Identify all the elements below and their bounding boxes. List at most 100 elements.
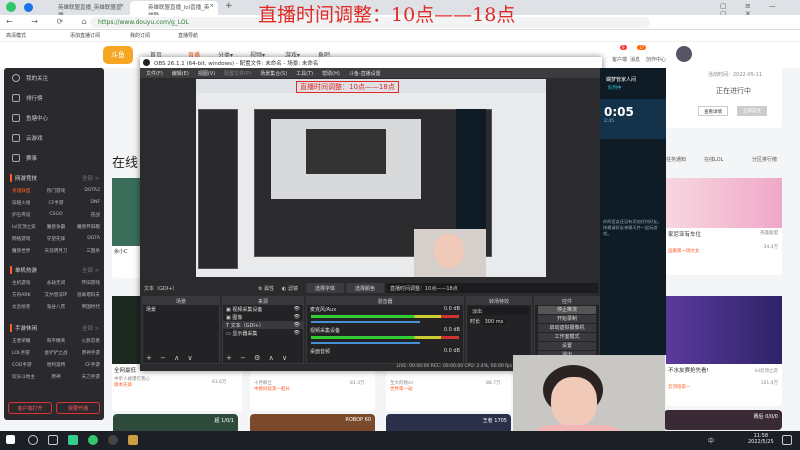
sidebar-item-esports[interactable]: 赛事 [12, 154, 37, 162]
sidebar-game-link[interactable]: 穿越火线 [12, 200, 41, 206]
tab-1[interactable]: 英雄联盟直播_英雄联盟直播× [40, 1, 128, 19]
obs-taskbar-icon[interactable] [108, 435, 118, 445]
edge-icon[interactable] [24, 3, 33, 12]
view-details-button[interactable]: 查看详情 [698, 106, 728, 116]
select-color-button[interactable]: 选择颜色 [346, 283, 384, 293]
nav-buttons[interactable]: ← → ⟳ ⌂ [6, 17, 95, 26]
windows-start-icon[interactable] [6, 435, 15, 444]
stream-card[interactable]: 不水友赛抢先看! lol云顶之弈 101.4万 云顶陪第一 [666, 296, 782, 406]
new-tab-button[interactable]: + [225, 1, 233, 11]
sidebar-game-link[interactable]: 和平精英 [41, 338, 70, 344]
sidebar-game-link[interactable]: 太吾绘卷 [12, 304, 41, 310]
bookmark-item[interactable]: 我的订阅 [130, 32, 150, 39]
sidebar-game-link[interactable]: 炉石传说 [12, 212, 41, 218]
sidebar-game-link[interactable]: 守望先锋 [41, 236, 70, 242]
more-link[interactable]: 全部 > [82, 266, 99, 274]
sidebar-game-link[interactable]: 逃离塔科夫 [71, 292, 100, 298]
sidebar-game-link[interactable]: 怀旧游戏 [71, 280, 100, 286]
sidebar-game-link[interactable]: 永劫无间 [41, 280, 70, 286]
bookmark-item[interactable]: 添加直播订阅 [70, 32, 100, 39]
sidebar-item-pond[interactable]: 鱼塘中心 [12, 114, 48, 122]
duration-input[interactable]: 300 ms [481, 319, 507, 325]
sidebar-game-link[interactable]: DOTA [71, 236, 100, 242]
volume-slider[interactable] [311, 321, 421, 323]
menu-view[interactable]: 视图(V) [198, 70, 215, 77]
sidebar-game-link[interactable]: 天刀手游 [71, 374, 100, 380]
sidebar-game-link[interactable]: 热门游戏 [41, 188, 70, 194]
link-ranking[interactable]: 分区排行榜 [752, 156, 777, 163]
clock[interactable]: 11:58 2022/5/25 [748, 433, 774, 445]
menu-profile[interactable]: 配置文件(P) [224, 70, 251, 77]
stop-streaming-button[interactable]: 停止推流 [538, 306, 596, 314]
source-item[interactable]: T 文本（GDI+） 👁 [223, 321, 303, 329]
settings-button[interactable]: 设置 [538, 342, 596, 350]
source-item[interactable]: ▣ 视频采集设备 👁 [223, 305, 303, 313]
link-task-notice[interactable]: 任务通知 [666, 156, 686, 163]
sidebar-game-link[interactable]: 魔兽世界 [12, 248, 41, 254]
sidebar-game-link[interactable]: 原神手游 [71, 350, 100, 356]
sidebar-item-follow[interactable]: 我的关注 [12, 74, 48, 82]
search-icon[interactable] [28, 435, 38, 445]
stream-card[interactable]: 余小C [112, 178, 142, 278]
bookmark-item[interactable]: 直播导航 [178, 32, 198, 39]
sidebar-game-link[interactable]: 天涯明月刀 [41, 248, 70, 254]
preview-text-source[interactable]: 直播时间调整：10点——18点 [296, 81, 399, 93]
bookmark-item[interactable]: 高清模式 [6, 32, 26, 39]
menu-file[interactable]: 文件(F) [146, 70, 163, 77]
ime-indicator[interactable]: 中 [708, 436, 714, 445]
stream-card[interactable]: 至大的杨sir 世界第一劫 88.7万 [386, 368, 511, 411]
avatar[interactable] [676, 46, 692, 62]
volume-slider[interactable] [311, 342, 421, 344]
sidebar-game-link[interactable]: COD手游 [12, 362, 41, 368]
scene-item[interactable]: 场景 [143, 305, 219, 313]
sidebar-game-link[interactable]: 方舟ARK [12, 292, 41, 298]
browser-taskbar-icon[interactable] [68, 435, 78, 445]
more-link[interactable]: 全部 > [82, 324, 99, 332]
studio-mode-button[interactable]: 工作室模式 [538, 333, 596, 341]
sidebar-game-link[interactable]: 原神 [41, 374, 70, 380]
text-value-input[interactable]: 直播时间调整：10点——18点 [386, 283, 598, 293]
lol-taskbar-icon[interactable] [128, 435, 138, 445]
douyu-logo[interactable]: 斗鱼 [103, 46, 133, 64]
link-lol[interactable]: 在线LOL [704, 156, 723, 163]
stream-card[interactable]: 家尼亚有车位 英雄联盟 34.4万 国服第一瑞文女 [666, 178, 782, 275]
tab-2[interactable]: 英雄联盟直播_lol直播_英雄联× [130, 1, 218, 19]
sidebar-game-link[interactable]: 英雄联盟 [12, 188, 41, 194]
sidebar-game-link[interactable]: CF手游 [41, 200, 70, 206]
close-icon[interactable]: × [209, 3, 214, 9]
sidebar-game-link[interactable]: 魔兽怀旧服 [71, 224, 100, 230]
app-taskbar-icon[interactable] [88, 435, 98, 445]
close-icon[interactable]: × [119, 3, 124, 9]
scene-controls[interactable]: + − ∧ ∨ [146, 354, 196, 362]
sidebar-game-link[interactable]: LOL手游 [12, 350, 41, 356]
task-view-icon[interactable] [48, 435, 58, 445]
menu-scene-collection[interactable]: 场景集合(S) [260, 70, 287, 77]
go-now-button[interactable]: 立即前往 [737, 106, 767, 116]
menu-douyu-settings[interactable]: 斗鱼-直播设置 [349, 70, 381, 77]
sidebar-item-cloud-game[interactable]: 云游戏 [12, 134, 43, 142]
notification-icon[interactable] [782, 435, 792, 445]
menu-help[interactable]: 帮助(H) [322, 70, 340, 77]
creator-center-link[interactable]: 创作中心 [646, 56, 666, 63]
source-controls[interactable]: + − ⚙ ∧ ∨ [226, 354, 290, 362]
sidebar-game-link[interactable]: 火影忍者 [71, 338, 100, 344]
stream-thumbnail[interactable]: 赛后 0/0/0 [664, 410, 782, 430]
filters-button[interactable]: ◐ 滤镜 [282, 285, 298, 292]
sidebar-game-link[interactable]: 三国杀 [71, 248, 100, 254]
sidebar-game-link[interactable]: 欢乐斗地主 [12, 374, 41, 380]
properties-button[interactable]: ⚙ 属性 [258, 285, 274, 292]
sidebar-game-link[interactable]: DOTA2 [71, 188, 100, 194]
transition-select[interactable]: 淡出 [469, 307, 529, 315]
sidebar-game-link[interactable]: CSGO [41, 212, 70, 218]
source-item[interactable]: ▭ 显示器采集 👁 [223, 329, 303, 337]
start-stream-button[interactable]: 我要开播 [56, 402, 100, 414]
sidebar-game-link[interactable]: lol云顶之弈 [12, 224, 41, 230]
sidebar-game-link[interactable]: 金铲铲之战 [41, 350, 70, 356]
start-recording-button[interactable]: 开始录制 [538, 315, 596, 323]
sidebar-game-link[interactable]: 帝国时代 [71, 304, 100, 310]
sidebar-item-ranking[interactable]: 排行榜 [12, 94, 43, 102]
obs-preview[interactable]: 直播时间调整：10点——18点 [196, 79, 546, 277]
sidebar-game-link[interactable]: 网络游戏 [12, 236, 41, 242]
sidebar-game-link[interactable]: DNF [71, 200, 100, 206]
sidebar-game-link[interactable]: 鬼谷八荒 [41, 304, 70, 310]
